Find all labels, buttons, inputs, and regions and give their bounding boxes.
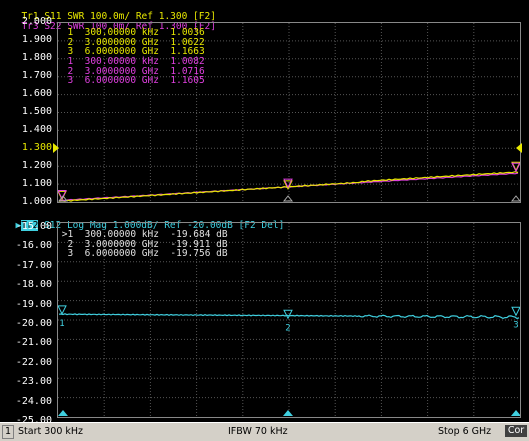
y-tick-label: 1.200: [21, 160, 52, 171]
marker-triangle: [511, 306, 520, 317]
y-tick-label: -21.00: [15, 337, 52, 349]
y-tick-label: -18.00: [15, 279, 52, 291]
x-marker-indicator: [282, 195, 294, 202]
y-tick-label: 1.000: [21, 196, 52, 207]
trace2-header[interactable]: ▶Tr2 S12 Log Mag 1.000dB/ Ref -20.00dB […: [4, 209, 284, 231]
y-tick-label: 1.300: [21, 142, 52, 153]
marker-triangle: [283, 309, 293, 320]
ifbw-value[interactable]: IFBW 70 kHz: [228, 426, 288, 437]
marker-number-label: 2: [285, 323, 290, 333]
y-tick-label: -20.00: [15, 318, 52, 329]
y-tick-label: -16.00: [15, 240, 52, 252]
y-tick-label: -17.00: [15, 259, 52, 271]
y-tick-label: -19.00: [15, 298, 52, 310]
y-tick-label: 1.100: [21, 178, 52, 189]
y-tick-label: 1.400: [21, 124, 52, 135]
status-bar: 1 Start 300 kHz IFBW 70 kHz Stop 6 GHz C…: [0, 422, 529, 441]
x-marker-indicator: [511, 410, 520, 416]
marker-number-label: 1: [59, 319, 64, 329]
y-tick-label: 1.800: [21, 52, 52, 63]
marker-readout-row: 3 6.0000000 GHz 1.1605: [56, 75, 205, 86]
y-tick-label: -23.00: [15, 376, 52, 388]
y-tick-label: 1.600: [21, 88, 52, 99]
y-tick-label: 1.900: [21, 34, 52, 45]
y-tick-label: 2.000: [21, 16, 52, 27]
ref-left-arrow-icon[interactable]: [53, 143, 60, 153]
x-marker-indicator: [58, 410, 68, 416]
y-tick-label: -22.00: [15, 356, 52, 368]
y-tick-label: 1.700: [21, 70, 52, 81]
ref-right-arrow-icon[interactable]: [516, 143, 523, 153]
x-marker-indicator: [283, 410, 293, 416]
channel-indicator[interactable]: 1: [2, 425, 14, 439]
correction-indicator[interactable]: Cor: [505, 425, 527, 437]
marker-triangle: [58, 305, 67, 315]
stop-frequency[interactable]: Stop 6 GHz: [438, 426, 491, 437]
start-frequency[interactable]: Start 300 kHz: [18, 426, 83, 437]
marker-number-label: 3: [513, 320, 518, 330]
y-tick-label: 1.500: [21, 106, 52, 117]
marker-readout-row: 3 6.0000000 GHz -19.756 dB: [56, 248, 228, 259]
y-tick-label: -24.00: [15, 395, 52, 407]
y-tick-label: -15.00: [15, 221, 52, 232]
x-marker-indicator: [510, 195, 520, 202]
